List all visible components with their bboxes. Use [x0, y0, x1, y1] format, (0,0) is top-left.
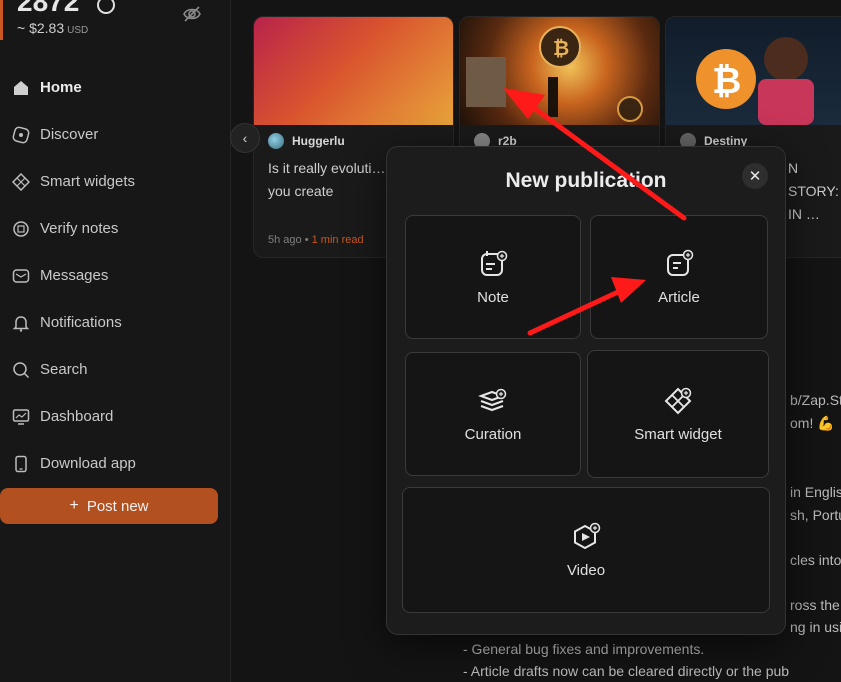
sidebar-item-label: Discover	[40, 126, 99, 143]
sidebar-item-verify-notes[interactable]: Verify notes	[0, 205, 230, 252]
chevron-left-icon: ‹	[242, 130, 248, 146]
sidebar-item-download-app[interactable]: Download app	[0, 440, 230, 487]
curation-option[interactable]: Curation	[405, 352, 581, 476]
close-icon: ✕	[748, 168, 762, 185]
close-button[interactable]: ✕	[742, 163, 768, 189]
sidebar-item-label: Dashboard	[40, 408, 114, 425]
home-icon	[12, 79, 30, 97]
feed-text: sh, Portu	[790, 507, 841, 523]
feed-text: - General bug fixes and improvements.	[463, 641, 705, 657]
feed-text: - Article drafts now can be cleared dire…	[463, 663, 790, 679]
card-read-time: 1 min read	[311, 234, 364, 246]
sidebar-item-label: Notifications	[40, 314, 122, 331]
plus-icon: +	[69, 497, 79, 514]
sidebar-item-label: Verify notes	[40, 220, 119, 237]
card-time: 5h ago	[268, 234, 302, 246]
carousel-prev-button[interactable]: ‹	[230, 123, 260, 153]
article-option[interactable]: Article	[590, 215, 768, 339]
balance-usd-value: ~ $2.83	[17, 20, 65, 36]
note-option-label: Note	[477, 288, 509, 306]
balance-accent	[0, 0, 3, 40]
feed-text: om! 💪	[790, 415, 835, 431]
eye-off-icon[interactable]	[182, 4, 202, 24]
post-new-button[interactable]: + Post new	[0, 488, 218, 524]
card-meta: 5h ago • 1 min read	[268, 234, 364, 246]
svg-text:₿: ₿	[553, 36, 569, 60]
card-thumbnail: ₿	[460, 17, 659, 125]
post-new-label: Post new	[86, 497, 149, 515]
sidebar: 2872 ~ $2.83 USD Home Discover Smart widg…	[0, 0, 231, 682]
bitcoin-art-image: ₿	[466, 26, 643, 122]
modal-title: New publication	[505, 169, 667, 192]
smart-widget-option-label: Smart widget	[634, 425, 722, 443]
phone-icon	[12, 455, 30, 473]
card-thumbnail: ₿	[666, 17, 841, 125]
card-title: N STORY: IN …	[788, 160, 839, 222]
widget-icon	[12, 172, 30, 191]
article-option-label: Article	[658, 288, 700, 306]
card-author-name: Huggerlu	[292, 134, 345, 148]
sidebar-item-label: Download app	[40, 455, 136, 472]
new-publication-modal: New publication ✕ Note Article Curation …	[386, 146, 786, 635]
search-icon	[12, 361, 30, 379]
sidebar-item-dashboard[interactable]: Dashboard	[0, 393, 230, 440]
balance-amount: 2872	[17, 0, 80, 17]
sidebar-item-notifications[interactable]: Notifications	[0, 299, 230, 346]
feed-text: in Englis	[790, 484, 841, 500]
note-option[interactable]: Note	[405, 215, 581, 339]
coin-icon	[97, 0, 115, 14]
sidebar-item-messages[interactable]: Messages	[0, 252, 230, 299]
dashboard-icon	[12, 408, 30, 426]
sidebar-item-label: Messages	[40, 267, 109, 284]
feed-text: cles into	[790, 552, 841, 568]
sidebar-item-label: Home	[40, 79, 82, 96]
note-icon	[481, 250, 508, 276]
message-icon	[12, 267, 30, 285]
sidebar-item-label: Smart widgets	[40, 173, 136, 190]
smart-widget-option[interactable]: Smart widget	[587, 350, 769, 478]
balance-currency: USD	[67, 25, 89, 36]
bitcoin-story-image: ₿	[696, 37, 814, 125]
card-thumbnail	[254, 17, 453, 125]
sidebar-item-search[interactable]: Search	[0, 346, 230, 393]
sidebar-item-smart-widgets[interactable]: Smart widgets	[0, 158, 230, 205]
video-option[interactable]: Video	[402, 487, 770, 613]
compass-icon	[12, 126, 30, 144]
curation-icon	[478, 388, 507, 411]
sidebar-nav: Home Discover Smart widgets Verify notes…	[0, 64, 230, 487]
balance-usd: ~ $2.83 USD	[17, 20, 88, 36]
sidebar-item-home[interactable]: Home	[0, 64, 230, 111]
feed-text: ross the	[790, 597, 840, 613]
verify-icon	[12, 220, 30, 238]
sidebar-item-discover[interactable]: Discover	[0, 111, 230, 158]
feed-text: ng in usi	[790, 619, 841, 635]
bell-icon	[12, 314, 30, 332]
sidebar-item-label: Search	[40, 361, 88, 378]
svg-text:₿: ₿	[712, 61, 741, 102]
video-option-label: Video	[566, 561, 606, 579]
curation-option-label: Curation	[464, 425, 522, 443]
smart-widget-icon	[664, 387, 692, 414]
article-icon	[667, 249, 694, 276]
avatar	[268, 133, 284, 149]
video-icon	[574, 522, 601, 549]
feed-text: b/Zap.St	[790, 392, 841, 408]
